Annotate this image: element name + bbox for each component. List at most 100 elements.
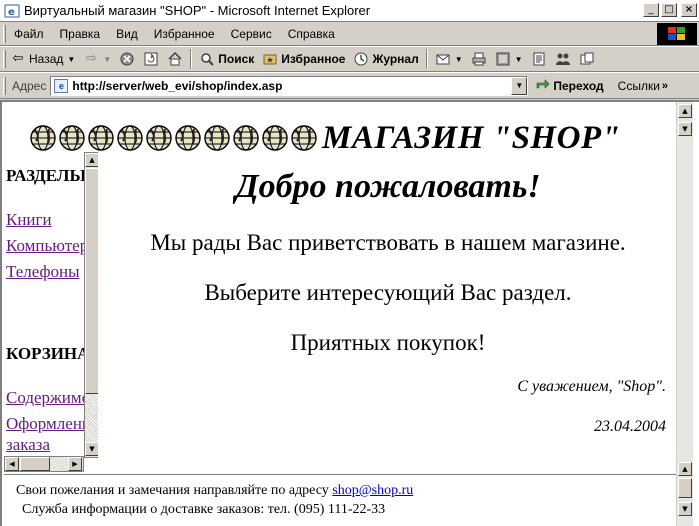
cart-heading: КОРЗИНА	[6, 344, 84, 363]
cart-link-contents[interactable]: Содержимое	[6, 388, 84, 408]
frame-divider	[4, 474, 676, 475]
stop-button[interactable]	[115, 48, 139, 70]
page-scrollbar[interactable]: ▲ ▼ ▲ ▼	[676, 102, 693, 526]
menu-file[interactable]: Файл	[6, 27, 52, 41]
feedback-text: Свои пожелания и замечания направляйте п…	[16, 483, 329, 498]
scroll-thumb[interactable]	[85, 168, 98, 394]
svg-text:e: e	[8, 7, 15, 18]
cart-link-order[interactable]: заказа	[6, 435, 50, 455]
chevron-down-icon[interactable]: ▼	[515, 55, 523, 64]
edit-page-icon	[495, 51, 511, 67]
globe-icon	[204, 125, 230, 151]
scroll-up-button[interactable]: ▲	[85, 153, 98, 167]
delivery-info: Служба информации о доставке заказов: те…	[22, 502, 386, 517]
chevron-down-icon[interactable]: ▼	[455, 55, 463, 64]
ie-logo-icon: e	[4, 3, 20, 19]
forward-button[interactable]: ⇨ ▼	[79, 48, 115, 70]
toolbar-grip[interactable]	[3, 76, 6, 95]
menu-tools[interactable]: Сервис	[223, 27, 280, 41]
scroll-up-button[interactable]: ▲	[678, 104, 692, 118]
messenger-button[interactable]	[551, 48, 575, 70]
menu-view[interactable]: Вид	[108, 27, 146, 41]
globe-icon	[117, 125, 143, 151]
history-label: Журнал	[372, 52, 419, 66]
globe-icon	[88, 125, 114, 151]
links-chevron-icon[interactable]: »	[662, 80, 668, 92]
discuss-button[interactable]	[527, 48, 551, 70]
mail-button[interactable]: ▼	[431, 48, 467, 70]
page-icon: e	[54, 78, 69, 93]
menu-favorites[interactable]: Избранное	[146, 27, 223, 41]
back-label: Назад	[29, 52, 64, 66]
home-button[interactable]	[163, 48, 187, 70]
address-input[interactable]: e http://server/web_evi/shop/index.asp ▼	[50, 75, 529, 96]
mail-icon	[435, 51, 451, 67]
toolbar-separator	[425, 49, 428, 69]
email-link[interactable]: shop@shop.ru	[332, 483, 413, 498]
menu-bar: Файл Правка Вид Избранное Сервис Справка	[0, 22, 699, 46]
address-url[interactable]: http://server/web_evi/shop/index.asp	[72, 79, 282, 93]
windows-logo-icon	[657, 23, 697, 45]
left-frame-hscrollbar[interactable]: ◀ ▶	[4, 456, 84, 472]
search-icon	[199, 51, 215, 67]
stop-icon	[119, 51, 135, 67]
go-button[interactable]: Переход	[536, 78, 604, 93]
menu-help[interactable]: Справка	[280, 27, 343, 41]
maximize-button[interactable]: □	[661, 3, 677, 17]
nav-link-books[interactable]: Книги	[6, 210, 52, 230]
favorites-folder-icon	[262, 51, 278, 67]
left-nav-frame: РАЗДЕЛЫ Книги Компьютеры Телефоны КОРЗИН…	[4, 152, 98, 472]
left-frame-scrollbar[interactable]: ▲ ▼	[84, 152, 98, 458]
research-icon	[579, 51, 595, 67]
scroll-down-button[interactable]: ▼	[678, 502, 692, 516]
globe-icon	[30, 125, 56, 151]
nav-link-phones[interactable]: Телефоны	[6, 262, 80, 282]
go-label: Переход	[553, 78, 604, 93]
scroll-up-button[interactable]: ▲	[678, 462, 692, 476]
globe-icon	[262, 125, 288, 151]
menu-edit[interactable]: Правка	[52, 27, 109, 41]
choose-section-line: Выберите интересующий Вас раздел.	[204, 280, 572, 305]
research-button[interactable]	[575, 48, 599, 70]
window-title: Виртуальный магазин "SHOP" - Microsoft I…	[24, 3, 371, 18]
regards-text: С уважением, "Shop".	[517, 378, 666, 395]
scroll-right-button[interactable]: ▶	[68, 457, 82, 471]
minimize-button[interactable]: _	[643, 3, 659, 17]
close-button[interactable]: ×	[681, 3, 697, 17]
scroll-thumb[interactable]	[20, 457, 50, 471]
edit-button[interactable]: ▼	[491, 48, 527, 70]
scroll-down-button[interactable]: ▼	[85, 442, 98, 456]
globe-icon	[146, 125, 172, 151]
discuss-icon	[531, 51, 547, 67]
scroll-track[interactable]	[50, 457, 68, 471]
back-button[interactable]: ⇦ Назад ▼	[6, 48, 79, 70]
print-button[interactable]	[467, 48, 491, 70]
chevron-down-icon[interactable]: ▼	[103, 55, 111, 64]
address-label: Адрес	[12, 78, 47, 93]
toolbar-separator	[190, 49, 193, 69]
search-button[interactable]: Поиск	[195, 48, 258, 70]
address-dropdown-button[interactable]: ▼	[511, 76, 528, 95]
scroll-left-button[interactable]: ◀	[5, 457, 19, 471]
shop-header: МАГАЗИН "SHOP"	[30, 114, 620, 162]
scroll-up-button[interactable]: ▼	[678, 122, 692, 136]
cart-link-checkout[interactable]: Оформление	[6, 414, 84, 434]
search-label: Поиск	[218, 52, 255, 66]
favorites-button[interactable]: Избранное	[258, 48, 349, 70]
globe-icon	[59, 125, 85, 151]
nav-link-computers[interactable]: Компьютеры	[6, 236, 84, 256]
happy-shopping-line: Приятных покупок!	[290, 330, 486, 355]
messenger-icon	[555, 51, 571, 67]
refresh-button[interactable]	[139, 48, 163, 70]
refresh-icon	[143, 51, 159, 67]
links-label[interactable]: Ссылки	[618, 79, 660, 93]
chevron-down-icon[interactable]: ▼	[67, 55, 75, 64]
left-nav-content: РАЗДЕЛЫ Книги Компьютеры Телефоны КОРЗИН…	[4, 152, 84, 458]
globe-icon	[233, 125, 259, 151]
forward-arrow-icon: ⇨	[85, 51, 97, 66]
standard-toolbar: ⇦ Назад ▼ ⇨ ▼ Поиск Избранное Журнал ▼ ▼	[0, 46, 699, 72]
favorites-label: Избранное	[281, 52, 346, 66]
scroll-track[interactable]	[85, 394, 98, 442]
scroll-thumb[interactable]	[678, 478, 692, 498]
history-button[interactable]: Журнал	[349, 48, 422, 70]
